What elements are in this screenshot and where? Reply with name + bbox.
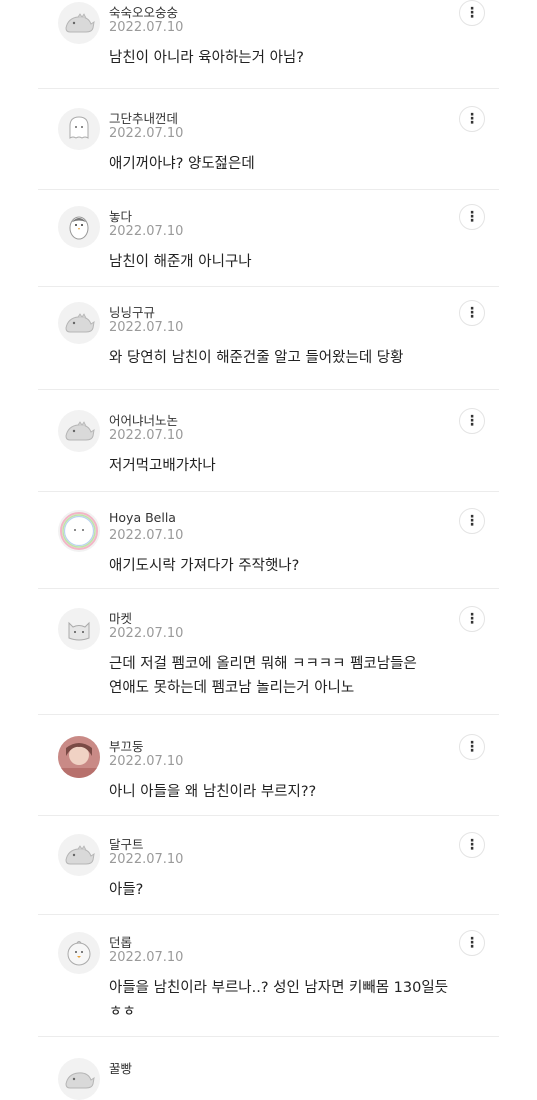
comment-body: 남친이 아니라 육아하는거 아님? — [109, 46, 459, 70]
more-vertical-icon: ⋮ — [465, 739, 479, 755]
more-vertical-icon: ⋮ — [465, 209, 479, 225]
comment-line: 남친이 아니라 육아하는거 아님? — [109, 50, 304, 66]
more-options-button[interactable]: ⋮ — [459, 832, 485, 858]
photo-avatar[interactable] — [58, 736, 100, 778]
dinosaur-icon[interactable] — [58, 302, 100, 344]
comment-nickname[interactable]: 그단추내껀데 — [109, 108, 178, 127]
comment-nickname[interactable]: 닝닝구규 — [109, 302, 155, 321]
comment-nickname[interactable]: 부끄둥 — [109, 736, 144, 755]
comment-line: 남친이 해준개 아니구나 — [109, 254, 252, 270]
comment-line: 애기꺼아냐? 양도젎은데 — [109, 156, 255, 172]
comment-body: 애기도시락 가져다가 주작햇나? — [109, 554, 459, 578]
comment-date: 2022.07.10 — [109, 20, 184, 35]
comment-line: 저거먹고배가차나 — [109, 458, 216, 474]
penguin-icon[interactable] — [58, 206, 100, 248]
more-options-button[interactable]: ⋮ — [459, 300, 485, 326]
comment-line: 애기도시락 가져다가 주작햇나? — [109, 558, 300, 574]
comment-body: 와 당연히 남친이 해준건줄 알고 들어왔는데 당황 — [109, 346, 459, 370]
more-vertical-icon: ⋮ — [465, 305, 479, 321]
more-vertical-icon: ⋮ — [465, 935, 479, 951]
comment-line: 와 당연히 남친이 해준건줄 알고 들어왔는데 당황 — [109, 350, 404, 366]
divider — [38, 815, 499, 816]
rainbow-ghost-icon[interactable] — [58, 510, 100, 552]
comment-nickname[interactable]: 놓다 — [109, 206, 132, 225]
dinosaur-icon[interactable] — [58, 2, 100, 44]
comment-body: 남친이 해준개 아니구나 — [109, 250, 459, 274]
dinosaur-icon[interactable] — [58, 1058, 100, 1100]
comment-nickname[interactable]: 꿀빵 — [109, 1058, 132, 1077]
divider — [38, 1036, 499, 1037]
comment-date: 2022.07.10 — [109, 852, 184, 867]
dinosaur-icon[interactable] — [58, 834, 100, 876]
ghost-icon[interactable] — [58, 108, 100, 150]
divider — [38, 189, 499, 190]
comment-nickname[interactable]: 어어냐너노논 — [109, 410, 178, 429]
comment-date: 2022.07.10 — [109, 754, 184, 769]
comment-body: 애기꺼아냐? 양도젎은데 — [109, 152, 459, 176]
comment-line: 연애도 못하는데 펨코남 놀리는거 아니노 — [109, 680, 355, 696]
comment-line: 아들? — [109, 882, 144, 898]
comment-date: 2022.07.10 — [109, 950, 184, 965]
more-options-button[interactable]: ⋮ — [459, 408, 485, 434]
divider — [38, 914, 499, 915]
divider — [38, 714, 499, 715]
comment-date: 2022.07.10 — [109, 126, 184, 141]
dinosaur-icon[interactable] — [58, 410, 100, 452]
divider — [38, 286, 499, 287]
comment-nickname[interactable]: 마켓 — [109, 608, 132, 627]
comment-nickname[interactable]: 숙숙오오숭숭 — [109, 2, 178, 21]
comment-line: 근데 저걸 펨코에 올리면 뭐해 ㅋㅋㅋㅋ 펨코남들은 — [109, 656, 417, 672]
more-vertical-icon: ⋮ — [465, 837, 479, 853]
comment-date: 2022.07.10 — [109, 320, 184, 335]
more-options-button[interactable]: ⋮ — [459, 734, 485, 760]
more-options-button[interactable]: ⋮ — [459, 106, 485, 132]
chick-icon[interactable] — [58, 932, 100, 974]
comment-date: 2022.07.10 — [109, 428, 184, 443]
more-vertical-icon: ⋮ — [465, 111, 479, 127]
more-options-button[interactable]: ⋮ — [459, 204, 485, 230]
comment-date: 2022.07.10 — [109, 224, 184, 239]
more-vertical-icon: ⋮ — [465, 513, 479, 529]
comment-nickname[interactable]: Hoya Bella — [109, 510, 176, 525]
divider — [38, 389, 499, 390]
more-options-button[interactable]: ⋮ — [459, 0, 485, 26]
more-options-button[interactable]: ⋮ — [459, 606, 485, 632]
more-options-button[interactable]: ⋮ — [459, 508, 485, 534]
comment-nickname[interactable]: 던롭 — [109, 932, 132, 951]
comment-line: ㅎㅎ — [109, 1004, 136, 1020]
divider — [38, 88, 499, 89]
comment-body: 아니 아들을 왜 남친이라 부르지?? — [109, 780, 459, 804]
comment-body: 저거먹고배가차나 — [109, 454, 459, 478]
cat-icon[interactable] — [58, 608, 100, 650]
more-options-button[interactable]: ⋮ — [459, 930, 485, 956]
more-vertical-icon: ⋮ — [465, 413, 479, 429]
comment-nickname[interactable]: 달구트 — [109, 834, 144, 853]
more-vertical-icon: ⋮ — [465, 611, 479, 627]
comment-body: 아들? — [109, 878, 459, 902]
comment-date: 2022.07.10 — [109, 528, 184, 543]
comment-line: 아들을 남친이라 부르나..? 성인 남자면 키빼몸 130일듯 — [109, 980, 449, 996]
divider — [38, 491, 499, 492]
comment-body: 근데 저걸 펨코에 올리면 뭐해 ㅋㅋㅋㅋ 펨코남들은 연애도 못하는데 펨코남… — [109, 652, 459, 700]
divider — [38, 588, 499, 589]
comment-line: 아니 아들을 왜 남친이라 부르지?? — [109, 784, 317, 800]
more-vertical-icon: ⋮ — [465, 5, 479, 21]
comment-body: 아들을 남친이라 부르나..? 성인 남자면 키빼몸 130일듯 ㅎㅎ — [109, 976, 459, 1024]
comment-date: 2022.07.10 — [109, 626, 184, 641]
